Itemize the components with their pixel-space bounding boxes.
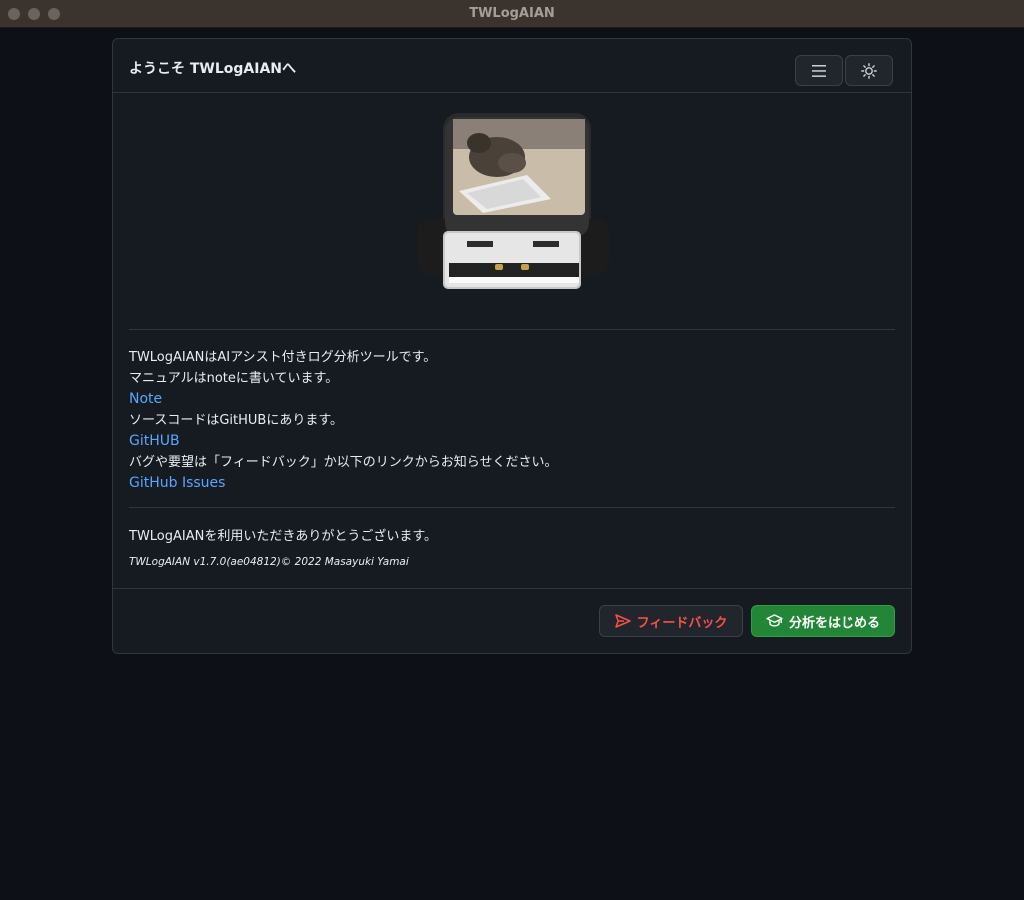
welcome-panel: ようこそ TWLogAIANへ TWLogAIANはAIアシスト付きログ分析ツー… bbox=[112, 38, 912, 654]
divider-bottom bbox=[129, 507, 895, 508]
thanks-message: TWLogAIANを利用いただきありがとうございます。 bbox=[129, 529, 438, 544]
start-analysis-button[interactable]: 分析をはじめる bbox=[751, 605, 895, 637]
page-title: ようこそ TWLogAIANへ bbox=[129, 61, 297, 77]
menu-button[interactable] bbox=[795, 55, 843, 86]
intro-text: TWLogAIANはAIアシスト付きログ分析ツールです。 マニュアルはnoteに… bbox=[129, 347, 557, 494]
github-link[interactable]: GitHUB bbox=[129, 431, 557, 452]
graduation-cap-icon bbox=[766, 614, 783, 627]
panel-header: ようこそ TWLogAIANへ bbox=[113, 39, 911, 93]
usb-drive-logo bbox=[417, 113, 609, 289]
note-link[interactable]: Note bbox=[129, 389, 557, 410]
feedback-button-label: フィードバック bbox=[636, 615, 728, 631]
send-icon bbox=[614, 614, 631, 628]
version-info: TWLogAIAN v1.7.0(ae04812)© 2022 Masayuki… bbox=[129, 556, 409, 568]
sun-icon bbox=[861, 62, 877, 79]
intro-line-3: ソースコードはGitHUBにあります。 bbox=[129, 413, 344, 428]
intro-line-2: マニュアルはnoteに書いています。 bbox=[129, 371, 339, 386]
start-analysis-button-label: 分析をはじめる bbox=[788, 615, 880, 631]
github-issues-link[interactable]: GitHub Issues bbox=[129, 473, 557, 494]
panel-footer: フィードバック 分析をはじめる bbox=[113, 588, 911, 653]
theme-toggle-button[interactable] bbox=[845, 55, 893, 86]
intro-line-4: バグや要望は「フィードバック」か以下のリンクからお知らせください。 bbox=[129, 455, 558, 470]
divider-top bbox=[129, 329, 895, 330]
window-title: TWLogAIAN bbox=[469, 6, 555, 21]
feedback-button[interactable]: フィードバック bbox=[599, 605, 743, 637]
intro-line-1: TWLogAIANはAIアシスト付きログ分析ツールです。 bbox=[129, 350, 437, 365]
window-titlebar: TWLogAIAN bbox=[0, 0, 1024, 28]
hamburger-menu-icon bbox=[812, 64, 826, 77]
